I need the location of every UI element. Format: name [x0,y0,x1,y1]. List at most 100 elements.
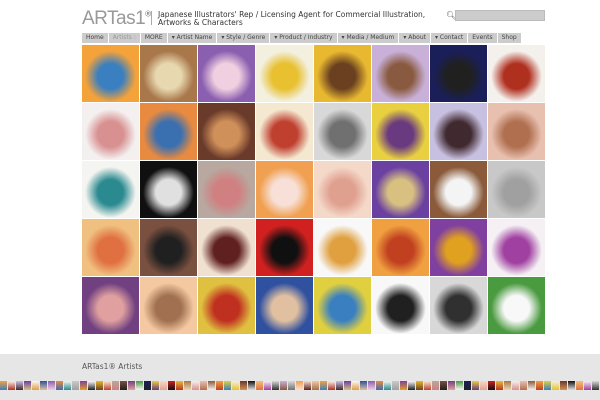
artist-mini-thumbnail[interactable] [480,381,487,390]
artist-mini-thumbnail[interactable] [208,381,215,390]
artwork-thumbnail[interactable] [198,103,255,160]
artist-mini-thumbnail[interactable] [176,381,183,390]
artist-mini-thumbnail[interactable] [40,381,47,390]
search-input[interactable] [455,10,545,21]
artist-mini-thumbnail[interactable] [424,381,431,390]
artwork-thumbnail[interactable] [140,219,197,276]
artist-mini-thumbnail[interactable] [224,381,231,390]
artwork-thumbnail[interactable] [372,161,429,218]
artwork-thumbnail[interactable] [82,219,139,276]
artist-mini-thumbnail[interactable] [520,381,527,390]
artwork-thumbnail[interactable] [430,219,487,276]
logo[interactable]: ARTas1® [82,8,151,30]
artwork-thumbnail[interactable] [372,103,429,160]
artwork-thumbnail[interactable] [198,219,255,276]
artwork-thumbnail[interactable] [198,161,255,218]
artist-mini-thumbnail[interactable] [304,381,311,390]
artwork-thumbnail[interactable] [372,277,429,334]
artist-mini-thumbnail[interactable] [448,381,455,390]
artist-mini-thumbnail[interactable] [200,381,207,390]
artwork-thumbnail[interactable] [488,103,545,160]
artist-mini-thumbnail[interactable] [280,381,287,390]
artist-mini-thumbnail[interactable] [0,381,7,390]
artwork-thumbnail[interactable] [256,219,313,276]
nav-item[interactable]: ▾ About [399,33,430,43]
artist-mini-thumbnail[interactable] [528,381,535,390]
artwork-thumbnail[interactable] [314,45,371,102]
artist-mini-thumbnail[interactable] [368,381,375,390]
artwork-thumbnail[interactable] [430,45,487,102]
artwork-thumbnail[interactable] [314,219,371,276]
artist-mini-thumbnail[interactable] [128,381,135,390]
nav-item[interactable]: Home [82,33,108,43]
artist-mini-thumbnail[interactable] [64,381,71,390]
artist-mini-thumbnail[interactable] [72,381,79,390]
artist-mini-thumbnail[interactable] [512,381,519,390]
artwork-thumbnail[interactable] [256,277,313,334]
artist-mini-thumbnail[interactable] [336,381,343,390]
artist-mini-thumbnail[interactable] [192,381,199,390]
artwork-thumbnail[interactable] [314,277,371,334]
artist-mini-thumbnail[interactable] [344,381,351,390]
artwork-thumbnail[interactable] [82,161,139,218]
artist-mini-thumbnail[interactable] [96,381,103,390]
artist-mini-thumbnail[interactable] [240,381,247,390]
nav-item[interactable]: Shop [497,33,521,43]
nav-item[interactable]: Events [468,33,497,43]
artist-mini-thumbnail[interactable] [552,381,559,390]
artwork-thumbnail[interactable] [140,161,197,218]
artist-mini-thumbnail[interactable] [352,381,359,390]
artwork-thumbnail[interactable] [488,45,545,102]
artwork-thumbnail[interactable] [430,103,487,160]
artist-mini-thumbnail[interactable] [168,381,175,390]
artist-mini-thumbnail[interactable] [144,381,151,390]
artwork-thumbnail[interactable] [488,277,545,334]
artwork-thumbnail[interactable] [82,103,139,160]
artwork-thumbnail[interactable] [256,45,313,102]
artist-mini-thumbnail[interactable] [408,381,415,390]
artwork-thumbnail[interactable] [140,277,197,334]
artwork-thumbnail[interactable] [488,161,545,218]
artist-mini-thumbnail[interactable] [560,381,567,390]
artist-mini-thumbnail[interactable] [160,381,167,390]
artist-mini-thumbnail[interactable] [80,381,87,390]
nav-item[interactable]: MORE [140,33,167,43]
artist-mini-thumbnail[interactable] [416,381,423,390]
artist-mini-thumbnail[interactable] [136,381,143,390]
artist-mini-thumbnail[interactable] [504,381,511,390]
artist-mini-thumbnail[interactable] [496,381,503,390]
artist-mini-thumbnail[interactable] [120,381,127,390]
nav-item[interactable]: ▾ Style / Genre [217,33,270,43]
artist-mini-thumbnail[interactable] [256,381,263,390]
artist-mini-thumbnail[interactable] [48,381,55,390]
artwork-thumbnail[interactable] [198,277,255,334]
artwork-thumbnail[interactable] [430,277,487,334]
artist-mini-thumbnail[interactable] [104,381,111,390]
artist-mini-thumbnail[interactable] [272,381,279,390]
artist-mini-thumbnail[interactable] [248,381,255,390]
artwork-thumbnail[interactable] [372,219,429,276]
artist-mini-thumbnail[interactable] [328,381,335,390]
artist-mini-thumbnail[interactable] [232,381,239,390]
nav-item[interactable]: ▾ Contact [430,33,468,43]
artist-mini-thumbnail[interactable] [576,381,583,390]
artist-mini-thumbnail[interactable] [24,381,31,390]
artwork-thumbnail[interactable] [256,103,313,160]
artist-mini-thumbnail[interactable] [440,381,447,390]
artist-mini-thumbnail[interactable] [568,381,575,390]
artwork-thumbnail[interactable] [82,277,139,334]
artwork-thumbnail[interactable] [140,45,197,102]
artwork-thumbnail[interactable] [314,161,371,218]
artist-mini-thumbnail[interactable] [16,381,23,390]
artwork-thumbnail[interactable] [314,103,371,160]
artist-mini-thumbnail[interactable] [216,381,223,390]
artist-mini-thumbnail[interactable] [536,381,543,390]
artist-mini-thumbnail[interactable] [264,381,271,390]
artist-mini-thumbnail[interactable] [384,381,391,390]
artist-mini-thumbnail[interactable] [544,381,551,390]
artist-mini-thumbnail[interactable] [472,381,479,390]
artist-mini-thumbnail[interactable] [320,381,327,390]
artist-mini-thumbnail[interactable] [400,381,407,390]
artwork-thumbnail[interactable] [488,219,545,276]
artist-mini-thumbnail[interactable] [456,381,463,390]
